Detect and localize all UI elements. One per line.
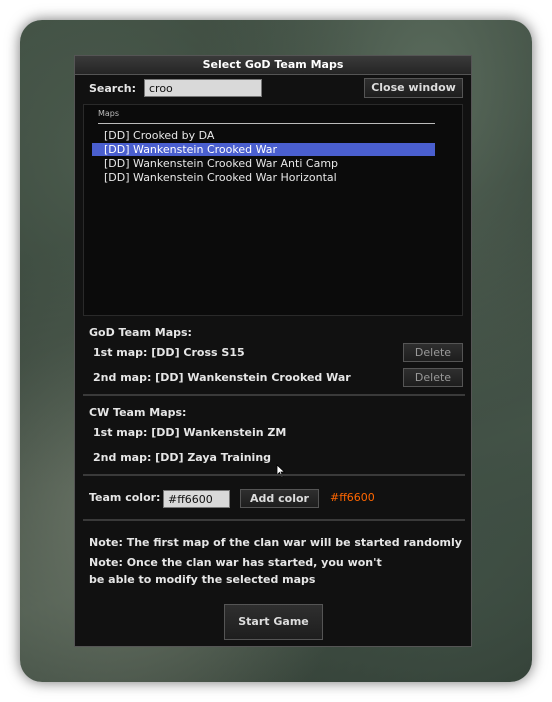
cw-second-map: 2nd map: [DD] Zaya Training [93,451,272,464]
list-item[interactable]: [DD] Wankenstein Crooked War Anti Camp [92,157,435,170]
search-input[interactable] [144,79,262,97]
team-color-label: Team color: [89,491,161,504]
section-divider [83,394,465,396]
list-item[interactable]: [DD] Wankenstein Crooked War Horizontal [92,171,435,184]
column-header-divider [98,123,435,124]
window-title[interactable]: Select GoD Team Maps [75,56,471,75]
team-color-display: #ff6600 [330,491,375,504]
maps-column-header[interactable]: Maps [98,109,119,118]
section-divider [83,519,465,521]
section-divider [83,474,465,476]
delete-second-map-button[interactable]: Delete [403,368,463,387]
note-lock-line2: be able to modify the selected maps [89,573,316,586]
cw-team-heading: CW Team Maps: [89,406,187,419]
maps-list[interactable]: Maps [DD] Crooked by DA [DD] Wankenstein… [83,104,463,316]
select-maps-window: Select GoD Team Maps Search: Close windo… [74,55,472,647]
search-label: Search: [89,82,136,95]
note-random-start: Note: The first map of the clan war will… [89,536,462,549]
god-first-map: 1st map: [DD] Cross S15 [93,346,245,359]
cw-first-map: 1st map: [DD] Wankenstein ZM [93,426,287,439]
delete-first-map-button[interactable]: Delete [403,343,463,362]
team-color-input[interactable] [163,490,230,508]
god-second-map: 2nd map: [DD] Wankenstein Crooked War [93,371,351,384]
list-item-selected[interactable]: [DD] Wankenstein Crooked War [92,143,435,156]
god-team-heading: GoD Team Maps: [89,326,192,339]
start-game-button[interactable]: Start Game [224,604,323,640]
add-color-button[interactable]: Add color [240,489,319,508]
close-window-button[interactable]: Close window [364,78,463,98]
note-lock-line1: Note: Once the clan war has started, you… [89,556,382,569]
list-item[interactable]: [DD] Crooked by DA [92,129,435,142]
